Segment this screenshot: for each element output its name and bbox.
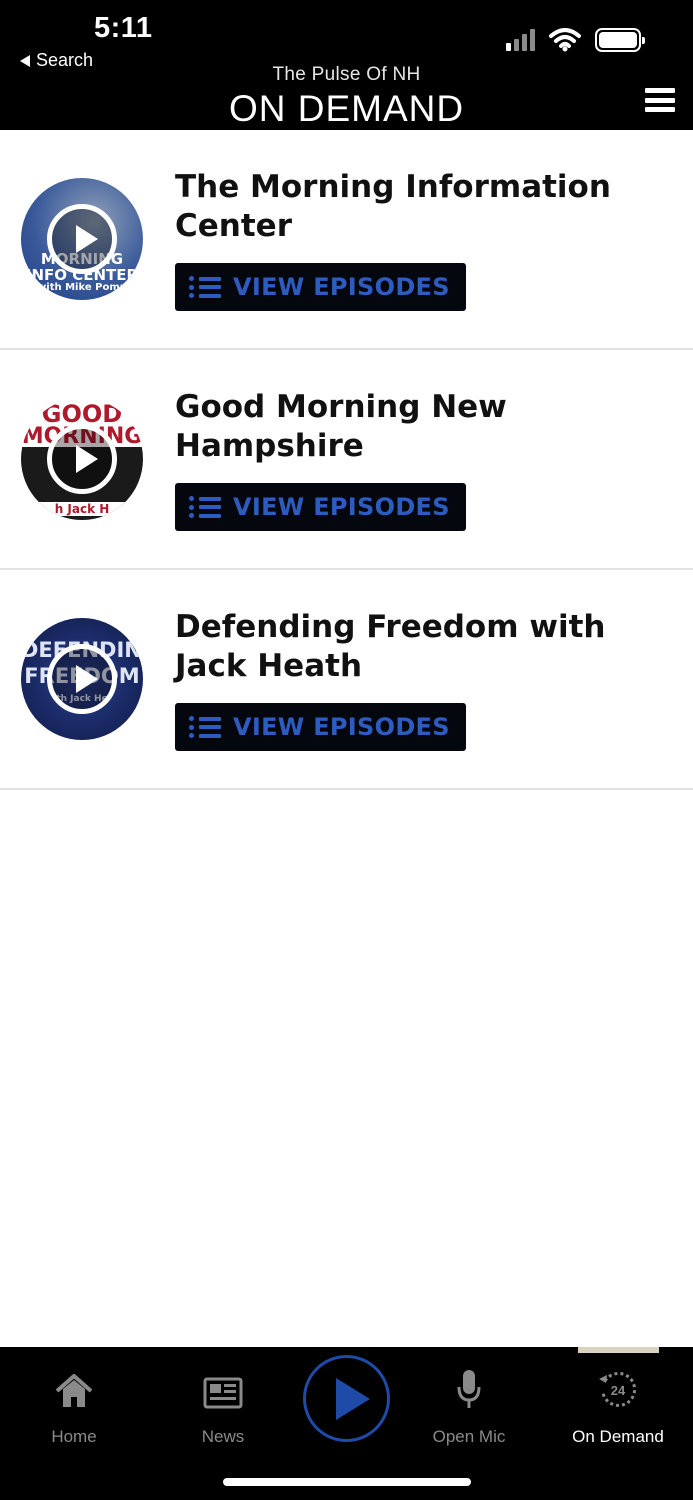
home-icon bbox=[14, 1369, 134, 1409]
tab-open-mic[interactable]: Open Mic bbox=[409, 1369, 529, 1447]
list-icon bbox=[189, 716, 221, 738]
view-episodes-label: VIEW EPISODES bbox=[233, 493, 450, 521]
list-icon bbox=[189, 276, 221, 298]
tab-label: News bbox=[201, 1427, 245, 1446]
show-thumbnail[interactable]: MORNING INFO CENTER with Mike Pomp bbox=[21, 178, 143, 300]
newspaper-icon bbox=[163, 1369, 283, 1409]
play-icon[interactable] bbox=[47, 644, 117, 714]
microphone-icon bbox=[409, 1369, 529, 1409]
show-title[interactable]: Good Morning New Hampshire bbox=[175, 388, 645, 466]
header-subtitle: The Pulse Of NH bbox=[272, 64, 421, 85]
view-episodes-button[interactable]: VIEW EPISODES bbox=[175, 263, 466, 311]
home-indicator[interactable] bbox=[223, 1478, 471, 1486]
tab-home[interactable]: Home bbox=[14, 1369, 134, 1447]
show-thumbnail[interactable]: GOOD MORNING h Jack H bbox=[21, 398, 143, 520]
battery-icon bbox=[595, 28, 645, 52]
show-row-morning-information-center: MORNING INFO CENTER with Mike Pomp The M… bbox=[0, 130, 693, 350]
show-row-good-morning-new-hampshire: GOOD MORNING h Jack H Good Morning New H… bbox=[0, 350, 693, 570]
view-episodes-label: VIEW EPISODES bbox=[233, 273, 450, 301]
show-title[interactable]: Defending Freedom with Jack Heath bbox=[175, 608, 645, 686]
play-icon[interactable] bbox=[47, 204, 117, 274]
play-live-button[interactable] bbox=[303, 1355, 390, 1442]
hamburger-menu-icon[interactable] bbox=[645, 88, 675, 112]
app-header: 5:11 Search The Pulse Of NH ON DEMAND bbox=[0, 0, 693, 130]
play-icon[interactable] bbox=[47, 424, 117, 494]
show-title[interactable]: The Morning Information Center bbox=[175, 168, 645, 246]
thumbnail-text: h Jack H bbox=[21, 502, 143, 516]
wifi-icon bbox=[549, 28, 581, 52]
active-tab-indicator bbox=[578, 1347, 659, 1353]
show-row-defending-freedom: DEFENDING FREEDOM th Jack He Defending F… bbox=[0, 570, 693, 790]
cellular-signal-icon bbox=[506, 29, 535, 51]
tab-on-demand[interactable]: 24 On Demand bbox=[558, 1369, 678, 1447]
view-episodes-button[interactable]: VIEW EPISODES bbox=[175, 483, 466, 531]
tab-label: Home bbox=[51, 1427, 97, 1446]
status-time: 5:11 bbox=[94, 12, 153, 44]
svg-text:24: 24 bbox=[611, 1383, 626, 1398]
status-icons bbox=[506, 28, 645, 52]
view-episodes-button[interactable]: VIEW EPISODES bbox=[175, 703, 466, 751]
view-episodes-label: VIEW EPISODES bbox=[233, 713, 450, 741]
on-demand-24-icon: 24 bbox=[558, 1369, 678, 1409]
list-icon bbox=[189, 496, 221, 518]
tab-label: Open Mic bbox=[432, 1427, 506, 1446]
show-thumbnail[interactable]: DEFENDING FREEDOM th Jack He bbox=[21, 618, 143, 740]
page-title: ON DEMAND bbox=[228, 88, 465, 129]
tab-label: On Demand bbox=[572, 1427, 664, 1446]
tab-news[interactable]: News bbox=[163, 1369, 283, 1447]
thumbnail-text: with Mike Pomp bbox=[37, 282, 127, 293]
